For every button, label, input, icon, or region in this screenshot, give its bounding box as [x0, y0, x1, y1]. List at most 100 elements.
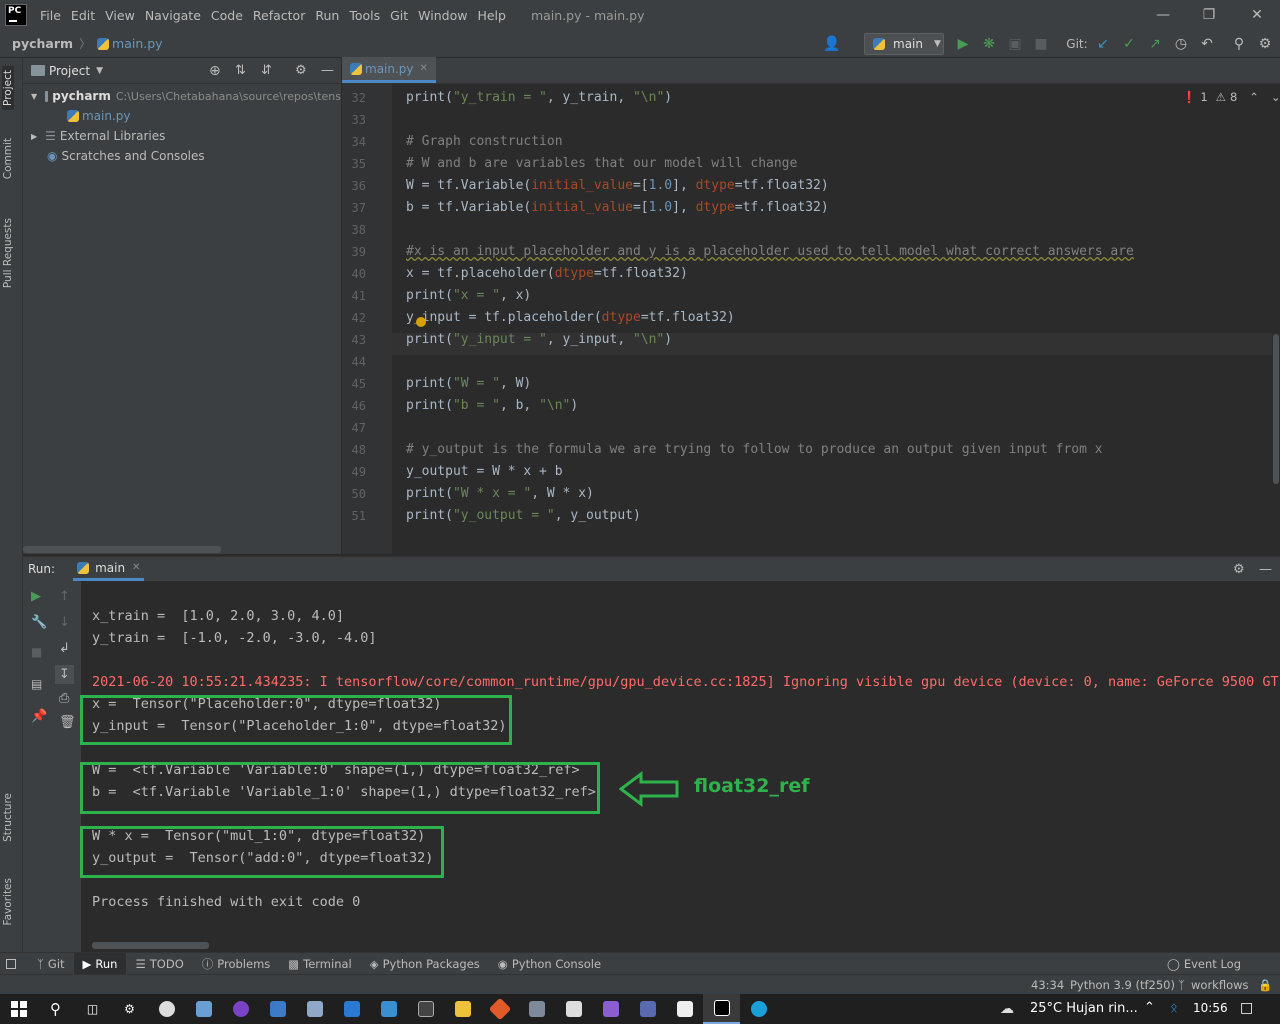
- app-icon-6[interactable]: [629, 994, 666, 1024]
- menu-navigate[interactable]: Navigate: [140, 8, 206, 23]
- caret-position[interactable]: 43:34: [1031, 978, 1064, 992]
- menu-help[interactable]: Help: [472, 8, 511, 23]
- weather-text[interactable]: 25°C Hujan rin...: [1030, 1001, 1138, 1016]
- event-log-button[interactable]: ◯ Event Log: [1158, 953, 1250, 975]
- next-highlight-icon[interactable]: ⌄: [1271, 90, 1280, 104]
- vertical-scrollbar[interactable]: [1273, 334, 1279, 484]
- weather-icon[interactable]: ☁: [1000, 1001, 1014, 1017]
- tray-chevron-up-icon[interactable]: ⌃: [1144, 1000, 1155, 1015]
- visual-studio-icon[interactable]: [592, 994, 629, 1024]
- rerun-icon[interactable]: ▶: [31, 589, 41, 604]
- notepad-icon[interactable]: [666, 994, 703, 1024]
- windows-start-icon[interactable]: [0, 994, 37, 1024]
- mail-icon[interactable]: [333, 994, 370, 1024]
- git-commit-icon[interactable]: ✓: [1120, 34, 1138, 54]
- horizontal-scrollbar[interactable]: [23, 546, 221, 553]
- tree-item-scratches[interactable]: ◉ Scratches and Consoles: [23, 146, 341, 166]
- menu-tools[interactable]: Tools: [344, 8, 385, 23]
- chevron-down-icon[interactable]: ▼: [96, 66, 103, 76]
- menu-window[interactable]: Window: [413, 8, 472, 23]
- code-line[interactable]: # y_output is the formula we are trying …: [406, 442, 1103, 457]
- collapse-all-icon[interactable]: ⇵: [261, 63, 272, 78]
- pin-icon[interactable]: 📌: [31, 709, 47, 724]
- menu-run[interactable]: Run: [310, 8, 344, 23]
- stop-icon[interactable]: ■: [1032, 34, 1050, 54]
- github-icon[interactable]: [222, 994, 259, 1024]
- store-icon[interactable]: [555, 994, 592, 1024]
- tool-tab-todo[interactable]: ☰ TODO: [126, 953, 192, 975]
- code-line[interactable]: print("y_train = ", y_train, "\n"): [406, 90, 672, 105]
- app-icon-4[interactable]: [370, 994, 407, 1024]
- close-tab-icon[interactable]: ✕: [132, 562, 140, 573]
- settings-icon[interactable]: ⚙: [1256, 34, 1274, 54]
- restore-icon[interactable]: ❐: [1186, 0, 1232, 30]
- close-icon[interactable]: ✕: [1234, 0, 1280, 30]
- clock[interactable]: 10:56: [1193, 1001, 1228, 1015]
- run-configuration-select[interactable]: main ▼: [864, 33, 944, 55]
- git-update-icon[interactable]: ↙: [1094, 34, 1112, 54]
- menu-edit[interactable]: Edit: [66, 8, 100, 23]
- user-account-icon[interactable]: 👤: [818, 34, 846, 54]
- code-line[interactable]: W = tf.Variable(initial_value=[1.0], dty…: [406, 178, 829, 193]
- code-line[interactable]: print("W = ", W): [406, 376, 531, 391]
- tool-tab-problems[interactable]: ⓘ Problems: [193, 953, 280, 975]
- code-line[interactable]: print("x = ", x): [406, 288, 531, 303]
- tree-item-root[interactable]: ▼ pycharm C:\Users\Chetabahana\source\re…: [23, 86, 341, 106]
- stop-icon[interactable]: ■: [31, 645, 42, 659]
- run-tab-main[interactable]: main ✕: [73, 557, 145, 581]
- code-line[interactable]: print("W * x = ", W * x): [406, 486, 594, 501]
- minimize-icon[interactable]: —: [1140, 0, 1186, 30]
- soft-wrap-icon[interactable]: ↲: [59, 641, 70, 656]
- tool-tab-git[interactable]: ᛉ Git: [28, 953, 74, 975]
- run-icon[interactable]: ▶: [954, 34, 972, 54]
- app-icon-5[interactable]: [518, 994, 555, 1024]
- tree-item-main-py[interactable]: main.py: [23, 106, 341, 126]
- tool-tab-terminal[interactable]: ▩ Terminal: [279, 953, 360, 975]
- scroll-up-icon[interactable]: ↑: [59, 589, 70, 604]
- settings-app-icon[interactable]: ⚙: [111, 994, 148, 1024]
- search-icon[interactable]: ⚲: [37, 994, 74, 1024]
- search-icon[interactable]: ⚲: [1230, 34, 1248, 54]
- debug-icon[interactable]: ❋: [980, 34, 998, 54]
- rollback-icon[interactable]: ↶: [1198, 34, 1216, 54]
- git-branch[interactable]: workflows: [1191, 978, 1249, 992]
- terminal-icon[interactable]: [407, 994, 444, 1024]
- hide-icon[interactable]: —: [1259, 562, 1272, 577]
- code-line[interactable]: #x is an input placeholder and y is a pl…: [406, 244, 1134, 259]
- menu-code[interactable]: Code: [206, 8, 248, 23]
- history-icon[interactable]: ◷: [1172, 34, 1190, 54]
- code-line[interactable]: x = tf.placeholder(dtype=tf.float32): [406, 266, 688, 281]
- bluetooth-icon[interactable]: ᛟ: [1170, 1001, 1178, 1016]
- trash-icon[interactable]: 🗑: [59, 715, 76, 730]
- code-line[interactable]: print("y_output = ", y_output): [406, 508, 641, 523]
- pycharm-taskbar-icon[interactable]: [703, 994, 740, 1024]
- layout-icon[interactable]: ▤: [31, 677, 42, 691]
- menu-refactor[interactable]: Refactor: [248, 8, 310, 23]
- code-line[interactable]: y_output = W * x + b: [406, 464, 563, 479]
- security-app-icon[interactable]: [148, 994, 185, 1024]
- code-editor[interactable]: 32 print("y_train = ", y_train, "\n") 33 34…: [342, 84, 1280, 554]
- toggle-panels-icon[interactable]: [6, 958, 16, 969]
- code-line[interactable]: print("y_input = ", y_input, "\n"): [406, 332, 672, 347]
- code-line[interactable]: # W and b are variables that our model w…: [406, 156, 797, 171]
- breadcrumb-project[interactable]: pycharm: [12, 36, 73, 51]
- tool-tab-commit[interactable]: Commit: [2, 138, 14, 179]
- scroll-down-icon[interactable]: ↓: [59, 615, 70, 630]
- horizontal-scrollbar[interactable]: [92, 942, 209, 949]
- menu-file[interactable]: File: [35, 8, 66, 23]
- code-line[interactable]: # Graph construction: [406, 134, 563, 149]
- menu-git[interactable]: Git: [385, 8, 413, 23]
- inspection-status[interactable]: ❗ 1 ⚠ 8 ⌃ ⌄: [1182, 90, 1280, 104]
- edge-icon[interactable]: [740, 994, 777, 1024]
- git-app-icon[interactable]: [481, 994, 518, 1024]
- gear-icon[interactable]: ⚙: [295, 63, 307, 78]
- coverage-icon[interactable]: ▣: [1006, 34, 1024, 54]
- code-line[interactable]: y_input = tf.placeholder(dtype=tf.float3…: [406, 310, 735, 325]
- tool-tab-favorites[interactable]: Favorites: [2, 878, 14, 925]
- close-tab-icon[interactable]: ✕: [420, 63, 428, 74]
- editor-tab-main-py[interactable]: main.py ✕: [342, 57, 436, 83]
- gear-icon[interactable]: ⚙: [1233, 562, 1245, 577]
- project-panel-title[interactable]: Project: [49, 64, 90, 78]
- wrench-icon[interactable]: 🔧: [31, 615, 47, 630]
- locate-icon[interactable]: ⊕: [209, 63, 221, 79]
